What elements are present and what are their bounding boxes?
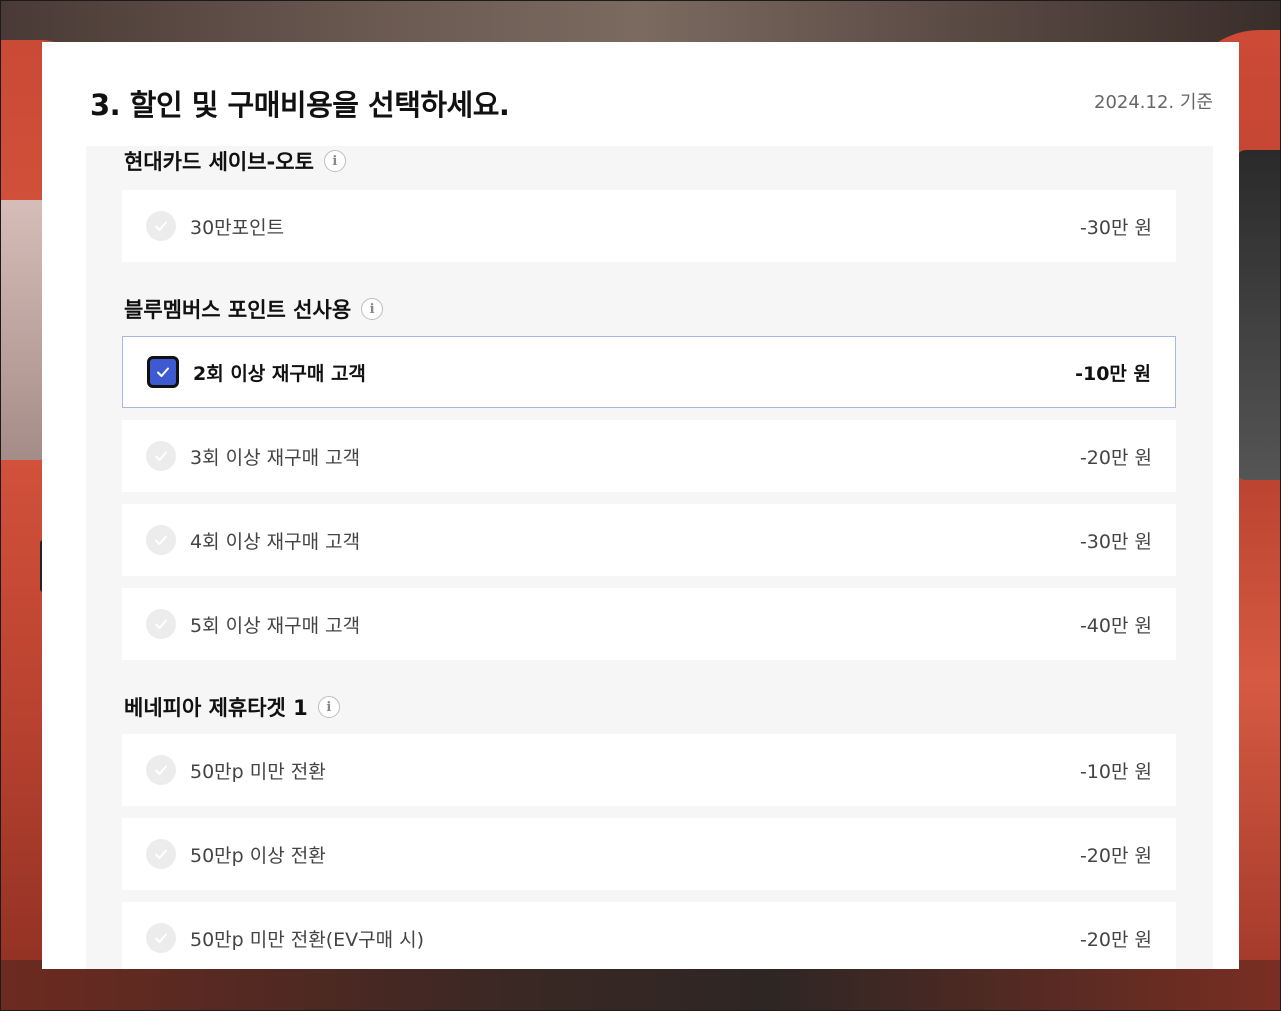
option-label: 5회 이상 재구매 고객 [190,614,361,637]
option-repurchase-2[interactable]: 2회 이상 재구매 고객 -10만 원 [122,336,1176,408]
option-benepia-under-50-ev[interactable]: 50만p 미만 전환(EV구매 시) -20만 원 [122,902,1176,969]
option-benepia-over-50[interactable]: 50만p 이상 전환 -20만 원 [122,818,1176,890]
check-icon [146,923,176,953]
option-price: -40만 원 [1079,614,1152,637]
option-label: 50만p 이상 전환 [190,844,326,867]
option-hyundai-card-30[interactable]: 30만포인트 -30만 원 [122,190,1176,262]
option-label: 4회 이상 재구매 고객 [190,530,361,553]
option-label: 3회 이상 재구매 고객 [190,446,361,469]
discount-panel: 3. 할인 및 구매비용을 선택하세요. 2024.12. 기준 현대카드 세이… [42,42,1239,969]
check-icon [146,525,176,555]
page-title: 3. 할인 및 구매비용을 선택하세요. [90,88,510,122]
background-car-right-window [1236,150,1281,480]
option-repurchase-3[interactable]: 3회 이상 재구매 고객 -20만 원 [122,420,1176,492]
option-benepia-under-50[interactable]: 50만p 미만 전환 -10만 원 [122,734,1176,806]
option-price: -20만 원 [1079,844,1152,867]
option-price: -10만 원 [1079,760,1152,783]
reference-date: 2024.12. 기준 [1094,92,1213,113]
option-price: -20만 원 [1079,446,1152,469]
option-price: -20만 원 [1079,928,1152,951]
option-repurchase-5[interactable]: 5회 이상 재구매 고객 -40만 원 [122,588,1176,660]
group-title-hyundai-card: 현대카드 세이브-오토 i [124,146,346,176]
check-icon [146,609,176,639]
group-title-benepia: 베네피아 제휴타겟 1 i [124,692,340,722]
checkbox-checked-icon [147,356,179,388]
option-price: -10만 원 [1075,362,1151,385]
group-title-label: 블루멤버스 포인트 선사용 [124,298,352,322]
option-repurchase-4[interactable]: 4회 이상 재구매 고객 -30만 원 [122,504,1176,576]
options-list[interactable]: 현대카드 세이브-오토 i 30만포인트 -30만 원 블루멤버스 포인트 선사… [86,146,1213,969]
panel-header: 3. 할인 및 구매비용을 선택하세요. 2024.12. 기준 [42,42,1239,146]
option-price: -30만 원 [1079,530,1152,553]
check-icon [146,441,176,471]
option-label: 50만p 미만 전환 [190,760,326,783]
check-icon [146,211,176,241]
info-icon[interactable]: i [317,696,340,718]
option-label: 50만p 미만 전환(EV구매 시) [190,928,425,951]
group-title-label: 현대카드 세이브-오토 [124,150,314,174]
check-icon [146,755,176,785]
info-icon[interactable]: i [323,150,346,172]
option-label: 30만포인트 [190,216,285,239]
info-icon[interactable]: i [361,298,384,320]
option-price: -30만 원 [1079,216,1152,239]
group-title-label: 베네피아 제휴타겟 1 [124,696,308,720]
option-label: 2회 이상 재구매 고객 [193,362,366,385]
check-icon [146,839,176,869]
group-title-blue-members: 블루멤버스 포인트 선사용 i [124,294,384,324]
